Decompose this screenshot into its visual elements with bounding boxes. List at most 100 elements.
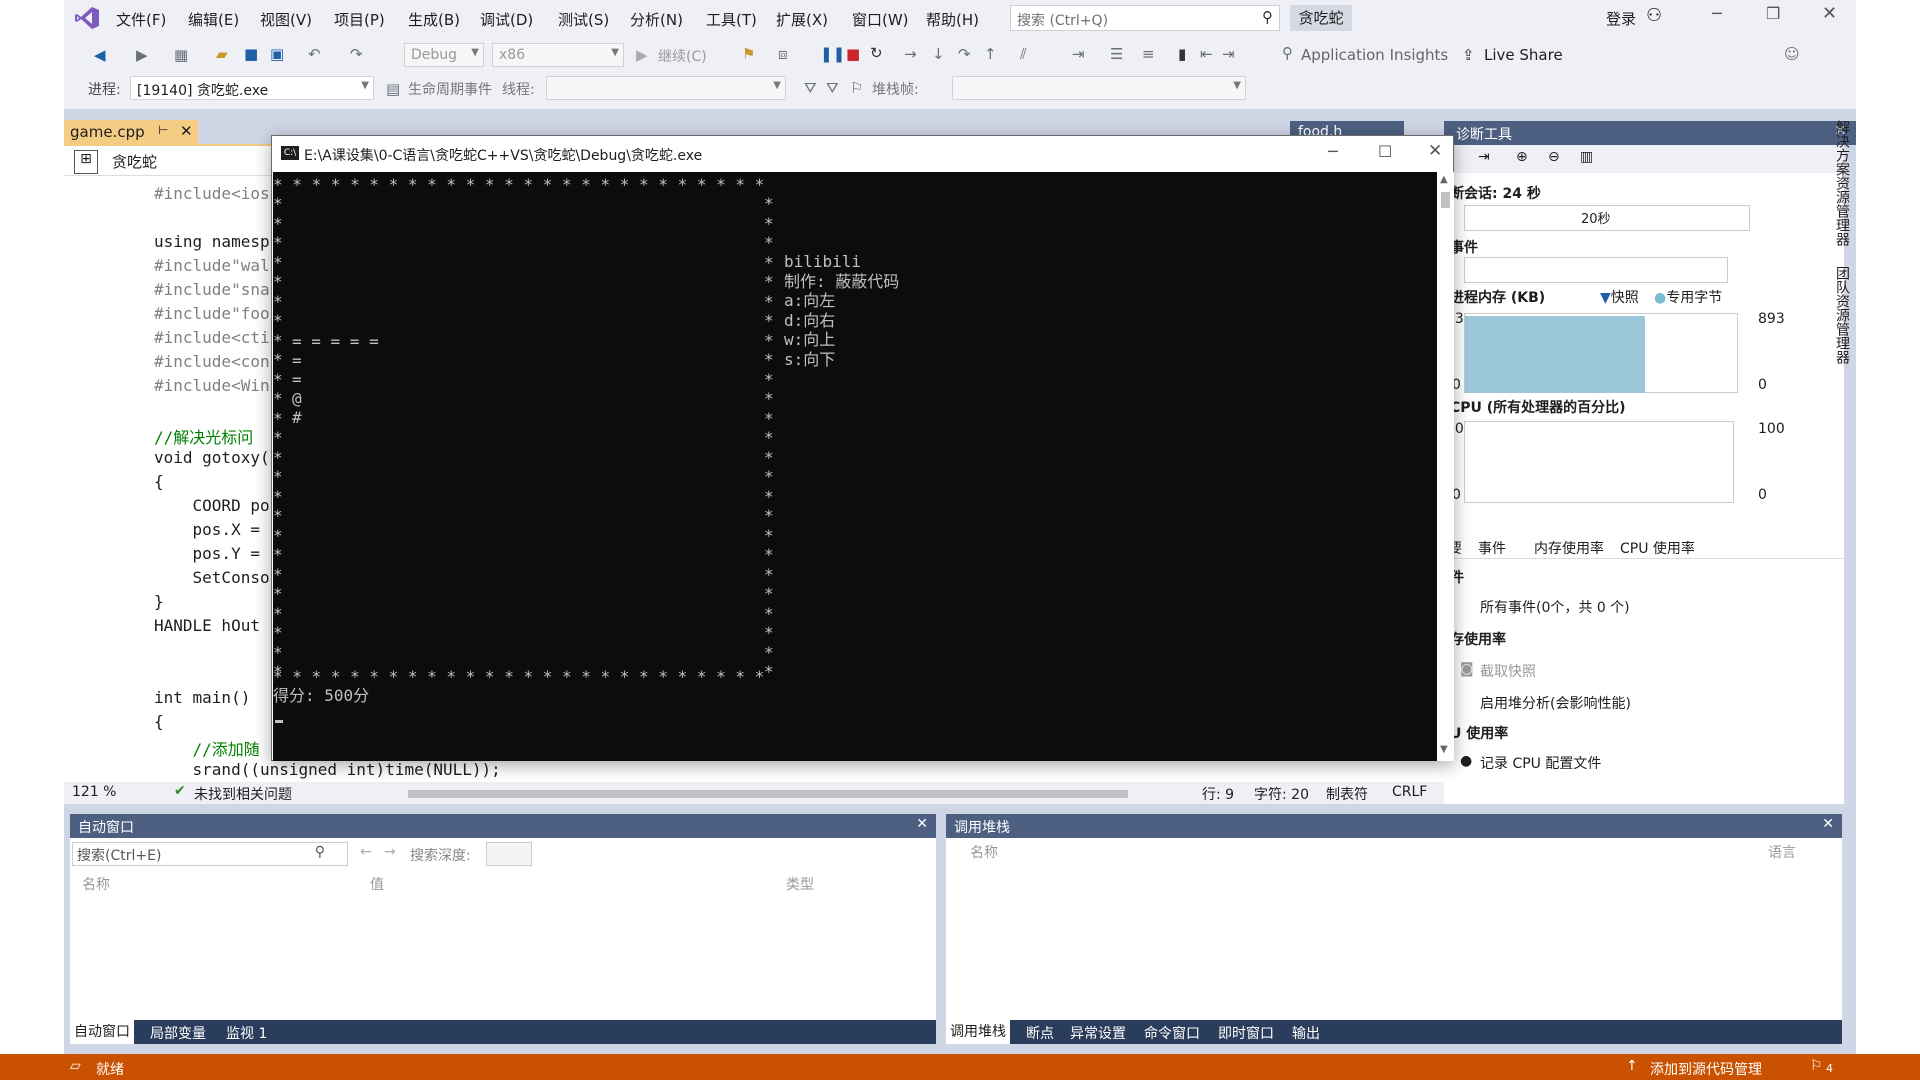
editor-tab[interactable]: game.cpp ⊢ ✕ <box>64 120 198 144</box>
bookmark-next-icon[interactable]: ⇥ <box>1222 45 1235 63</box>
take-snapshot-button[interactable]: 截取快照 <box>1480 661 1536 681</box>
open-icon[interactable]: ▰ <box>216 45 228 63</box>
h-scrollbar[interactable] <box>408 790 1128 798</box>
auto-search-input[interactable]: 搜索(Ctrl+E) ⚲ <box>72 842 348 866</box>
notifications-icon[interactable]: ⚐ <box>1810 1058 1823 1074</box>
zoom-out-icon[interactable]: ⊖ <box>1548 149 1560 165</box>
callstack-tab-2[interactable]: 异常设置 <box>1070 1023 1126 1043</box>
screenshot-icon[interactable]: ⧈ <box>778 45 788 63</box>
restart-icon[interactable]: ↻ <box>870 44 883 62</box>
add-source-control-button[interactable]: 添加到源代码管理 <box>1650 1059 1762 1079</box>
maximize-button[interactable]: ❐ <box>1766 4 1780 23</box>
diag-tab-3[interactable]: CPU 使用率 <box>1620 538 1695 558</box>
menu-item-6[interactable]: 测试(S) <box>558 9 609 30</box>
indent-icon[interactable]: ⇥ <box>1072 45 1085 63</box>
pause-icon[interactable]: ❚❚ <box>820 45 845 63</box>
redo-icon[interactable]: ↷ <box>350 45 363 63</box>
config-select[interactable]: Debug ▼ <box>404 43 484 67</box>
forward-icon[interactable]: ▶ <box>136 46 148 64</box>
nav-back-icon[interactable]: ← <box>360 844 372 860</box>
nav-forward-icon[interactable]: → <box>384 844 396 860</box>
auto-tab-2[interactable]: 监视 1 <box>226 1023 267 1043</box>
filter-icon[interactable]: ⛛ <box>804 79 817 97</box>
account-icon[interactable]: ⚇ <box>1646 5 1662 26</box>
save-all-icon[interactable]: ▣ <box>270 45 284 63</box>
callstack-close-icon[interactable]: ✕ <box>1822 816 1834 832</box>
new-project-icon[interactable]: ▦ <box>174 46 188 64</box>
chart-icon[interactable]: ▥ <box>1580 149 1593 165</box>
search-input[interactable]: 搜索 (Ctrl+Q) ⚲ <box>1010 5 1280 31</box>
thread-select[interactable]: ▼ <box>546 76 786 100</box>
side-tab-team[interactable]: 团队资源管理器 <box>1828 266 1852 386</box>
auto-tab-1[interactable]: 局部变量 <box>150 1023 206 1043</box>
login-link[interactable]: 登录 <box>1606 8 1636 29</box>
minimize-button[interactable]: ─ <box>1712 4 1722 23</box>
zoom-select[interactable]: 121 % <box>72 784 116 800</box>
share-icon[interactable]: ⇪ <box>1462 46 1475 64</box>
console-scrollbar[interactable]: ▲ ▼ <box>1437 172 1454 761</box>
lifecycle-button[interactable]: 生命周期事件 <box>408 79 492 99</box>
format-icon[interactable]: ☰ <box>1110 45 1123 63</box>
process-select[interactable]: [19140] 贪吃蛇.exe ▼ <box>130 76 374 100</box>
auto-tab-0[interactable]: 自动窗口 <box>70 1020 134 1044</box>
callstack-tab-0[interactable]: 调用堆栈 <box>946 1020 1010 1044</box>
play-icon[interactable]: ▶ <box>636 46 648 64</box>
zoom-in-icon[interactable]: ⊕ <box>1516 149 1528 165</box>
bookmark-prev-icon[interactable]: ⇤ <box>1200 45 1213 63</box>
stack-frame-select[interactable]: ▼ <box>952 76 1246 100</box>
diag-tab-2[interactable]: 内存使用率 <box>1534 538 1604 558</box>
save-icon[interactable]: ■ <box>244 45 258 63</box>
issues-status[interactable]: 未找到相关问题 <box>194 784 292 804</box>
step-back-icon[interactable]: ↷ <box>958 45 971 63</box>
menu-item-4[interactable]: 生成(B) <box>408 9 460 30</box>
heap-toggle[interactable]: 启用堆分析(会影响性能) <box>1480 693 1631 713</box>
menu-item-8[interactable]: 工具(T) <box>706 9 757 30</box>
breakpoint-toggle-icon[interactable]: ⫽ <box>1020 45 1027 63</box>
comment-icon[interactable]: ≡ <box>1142 45 1155 63</box>
undo-icon[interactable]: ↶ <box>308 45 321 63</box>
menu-item-11[interactable]: 帮助(H) <box>926 9 979 30</box>
back-icon[interactable]: ◀ <box>94 46 106 64</box>
insights-icon[interactable]: ⚲ <box>1282 44 1293 62</box>
console-window[interactable]: C:\ E:\A课设集\0-C语言\贪吃蛇C++VS\贪吃蛇\Debug\贪吃蛇… <box>271 135 1454 761</box>
step-out-icon[interactable]: ↑ <box>984 45 997 63</box>
tab-close-icon[interactable]: ✕ <box>180 122 193 140</box>
callstack-tab-5[interactable]: 输出 <box>1292 1023 1320 1043</box>
platform-select[interactable]: x86 ▼ <box>492 43 624 67</box>
all-events-link[interactable]: 所有事件(0个，共 0 个) <box>1480 597 1630 617</box>
live-share-button[interactable]: Live Share <box>1484 46 1563 64</box>
console-close-button[interactable]: ✕ <box>1428 141 1442 161</box>
close-button[interactable]: ✕ <box>1822 3 1837 24</box>
console-maximize-button[interactable]: ☐ <box>1378 142 1392 161</box>
side-tab-solution[interactable]: 解决方案资源管理器 <box>1828 120 1852 260</box>
menu-item-9[interactable]: 扩展(X) <box>776 9 828 30</box>
filter2-icon[interactable]: ⛛ <box>826 79 839 97</box>
menu-item-3[interactable]: 项目(P) <box>334 9 385 30</box>
lifecycle-icon[interactable]: ▤ <box>386 80 400 98</box>
hot-reload-icon[interactable]: ⚑ <box>742 45 755 63</box>
pin-icon[interactable]: ⊢ <box>158 123 168 137</box>
step-into-icon[interactable]: ↓ <box>932 45 945 63</box>
search-depth-select[interactable] <box>486 842 532 866</box>
app-insights-button[interactable]: Application Insights <box>1301 46 1448 64</box>
stop-icon[interactable]: ■ <box>846 45 860 63</box>
menu-item-7[interactable]: 分析(N) <box>630 9 683 30</box>
flag-icon[interactable]: ⚐ <box>850 79 863 97</box>
vs-logo-icon[interactable] <box>74 6 100 30</box>
menu-item-1[interactable]: 编辑(E) <box>188 9 239 30</box>
export-icon[interactable]: ⇥ <box>1478 149 1490 165</box>
continue-button[interactable]: 继续(C) <box>658 46 707 66</box>
console-output[interactable]: * * * * * * * * * * * * * * * * * * * * … <box>273 172 1454 761</box>
bookmark-icon[interactable]: ▮ <box>1178 45 1186 63</box>
step-over-icon[interactable]: → <box>904 45 917 63</box>
record-cpu-button[interactable]: 记录 CPU 配置文件 <box>1480 753 1601 773</box>
callstack-tab-3[interactable]: 命令窗口 <box>1144 1023 1200 1043</box>
menu-item-5[interactable]: 调试(D) <box>480 9 533 30</box>
feedback-icon[interactable]: ☺ <box>1784 45 1800 63</box>
menu-item-10[interactable]: 窗口(W) <box>852 9 909 30</box>
menu-item-0[interactable]: 文件(F) <box>116 9 166 30</box>
callstack-tab-1[interactable]: 断点 <box>1026 1023 1054 1043</box>
callstack-tab-4[interactable]: 即时窗口 <box>1218 1023 1274 1043</box>
console-minimize-button[interactable]: ─ <box>1328 142 1338 161</box>
menu-item-2[interactable]: 视图(V) <box>260 9 312 30</box>
